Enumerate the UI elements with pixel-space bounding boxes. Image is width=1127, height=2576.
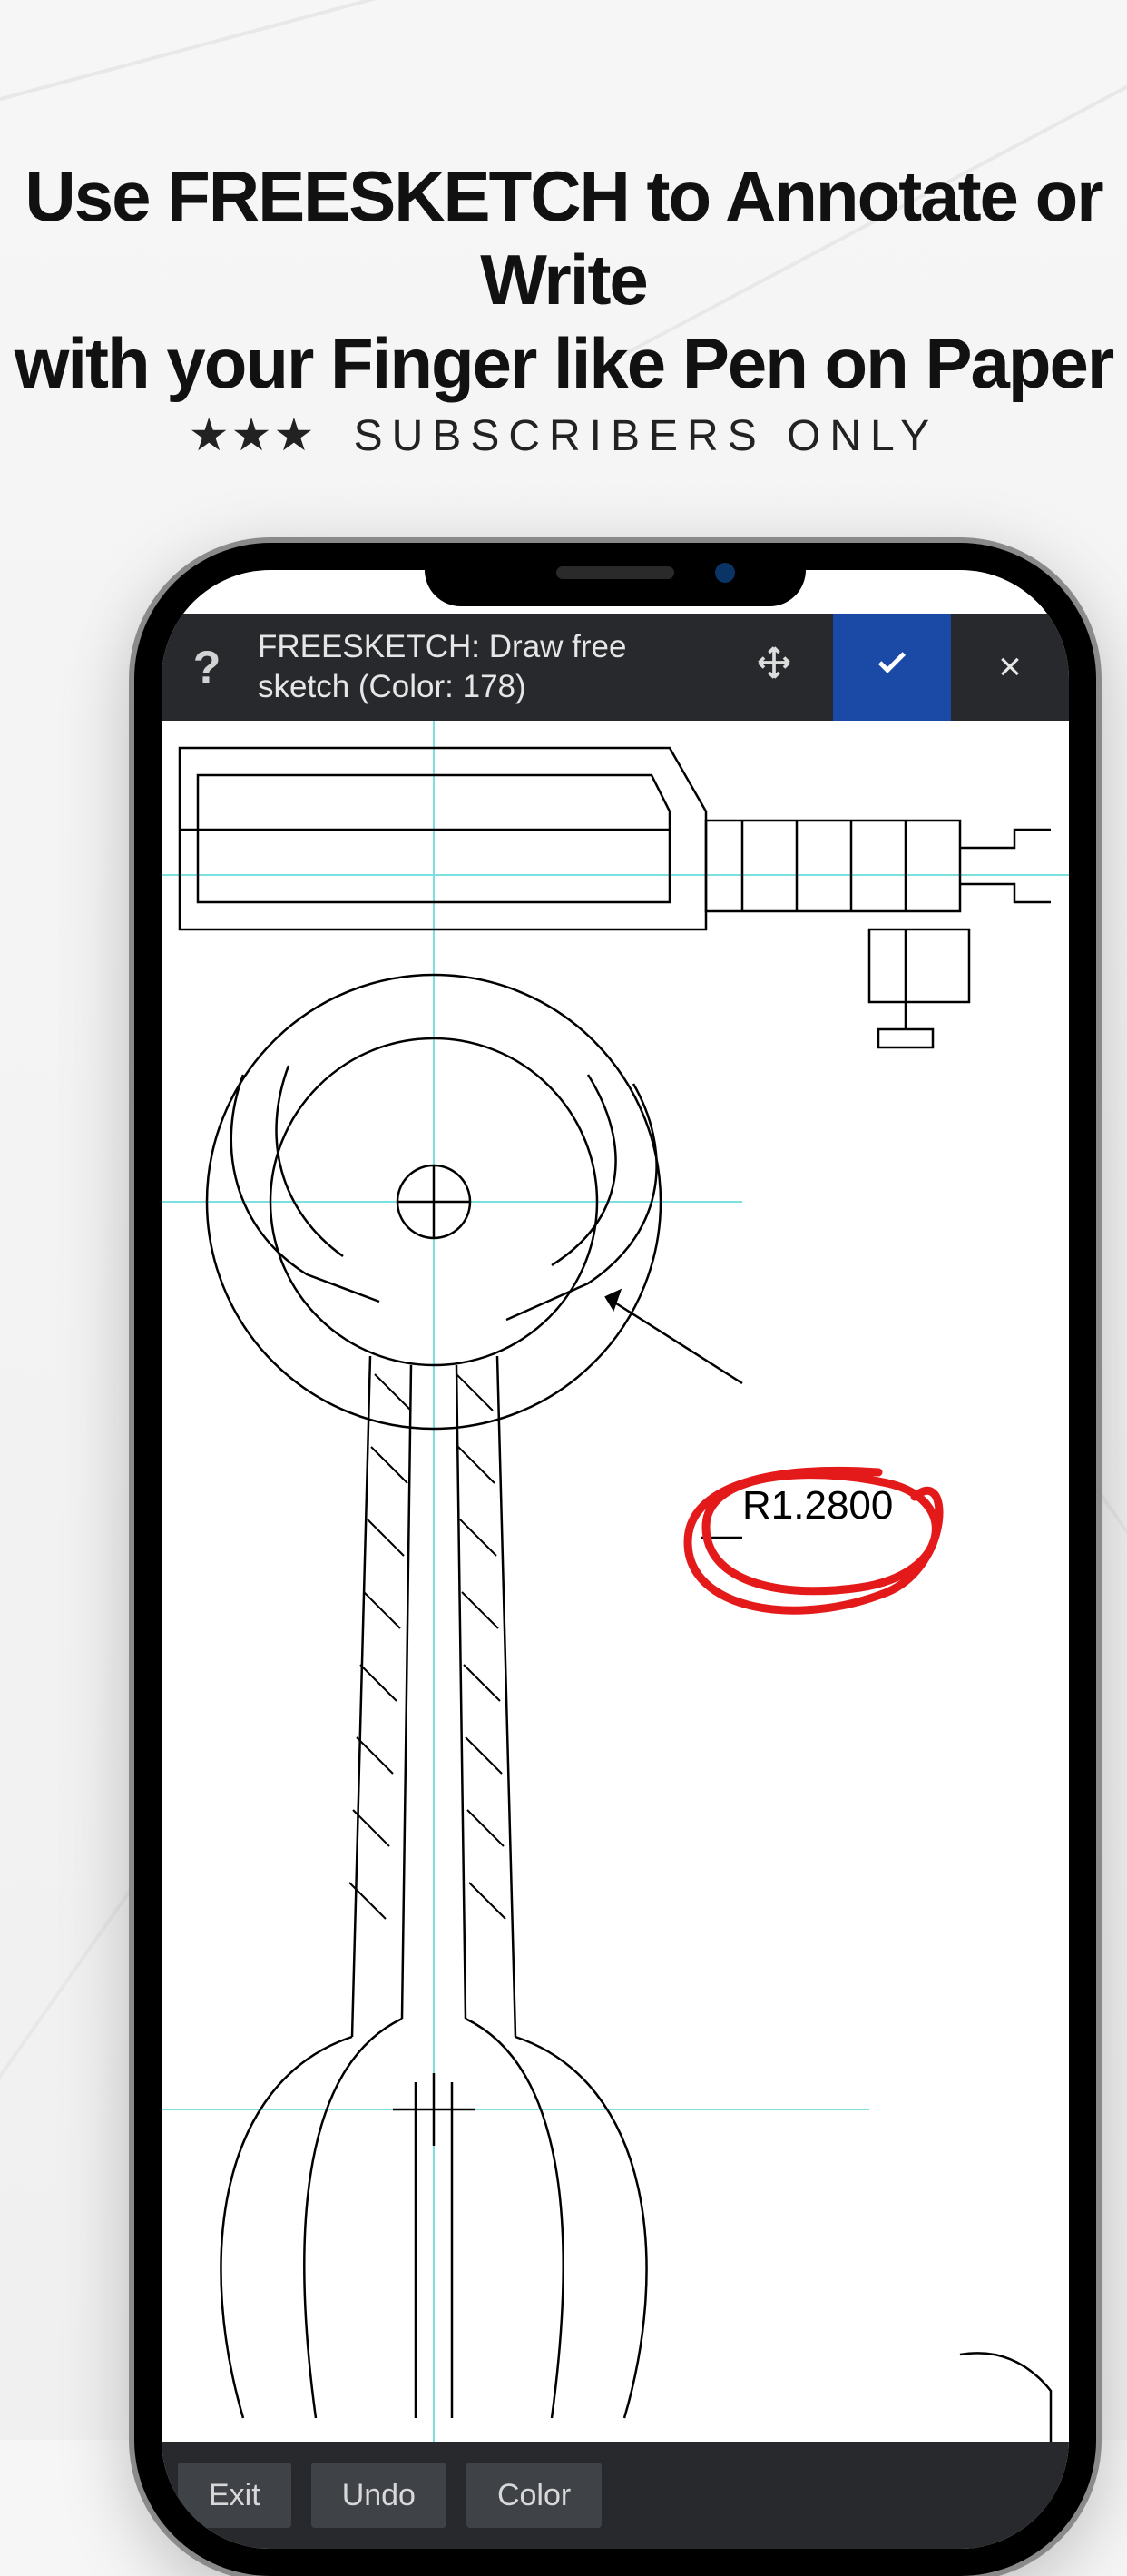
confirm-button[interactable] [833, 614, 951, 721]
phone-screen: ? FREESKETCH: Draw free sketch (Color: 1… [162, 570, 1069, 2549]
phone-speaker [556, 566, 674, 579]
color-button[interactable]: Color [466, 2463, 602, 2528]
star-icons: ★★★ [189, 409, 316, 460]
tool-title-line2: sketch (Color: 178) [258, 669, 526, 704]
phone-camera [715, 563, 735, 583]
help-button[interactable]: ? [162, 641, 252, 693]
subscribers-badge: ★★★ SUBSCRIBERS ONLY [0, 408, 1127, 461]
bg-line [0, 0, 889, 144]
headline-line2: with your Finger like Pen on Paper [15, 323, 1113, 403]
drawing-canvas[interactable]: R1.2800 [162, 721, 1069, 2442]
check-icon [874, 644, 910, 690]
phone-frame: ? FREESKETCH: Draw free sketch (Color: 1… [134, 543, 1096, 2576]
dimension-label: R1.2800 [742, 1483, 893, 1529]
move-icon [754, 643, 794, 692]
close-icon: × [998, 644, 1022, 690]
move-button[interactable] [715, 614, 833, 721]
phone-notch [425, 543, 806, 606]
exit-button[interactable]: Exit [178, 2463, 291, 2528]
tool-toolbar: ? FREESKETCH: Draw free sketch (Color: 1… [162, 614, 1069, 721]
subscribers-label: SUBSCRIBERS ONLY [354, 412, 939, 460]
bottom-toolbar: Exit Undo Color [162, 2442, 1069, 2549]
promo-headline: Use FREESKETCH to Annotate or Write with… [0, 154, 1127, 405]
headline-line1: Use FREESKETCH to Annotate or Write [24, 156, 1102, 320]
tool-title: FREESKETCH: Draw free sketch (Color: 178… [252, 627, 715, 707]
close-button[interactable]: × [951, 614, 1069, 721]
tool-title-line1: FREESKETCH: Draw free [258, 629, 626, 664]
undo-button[interactable]: Undo [311, 2463, 446, 2528]
